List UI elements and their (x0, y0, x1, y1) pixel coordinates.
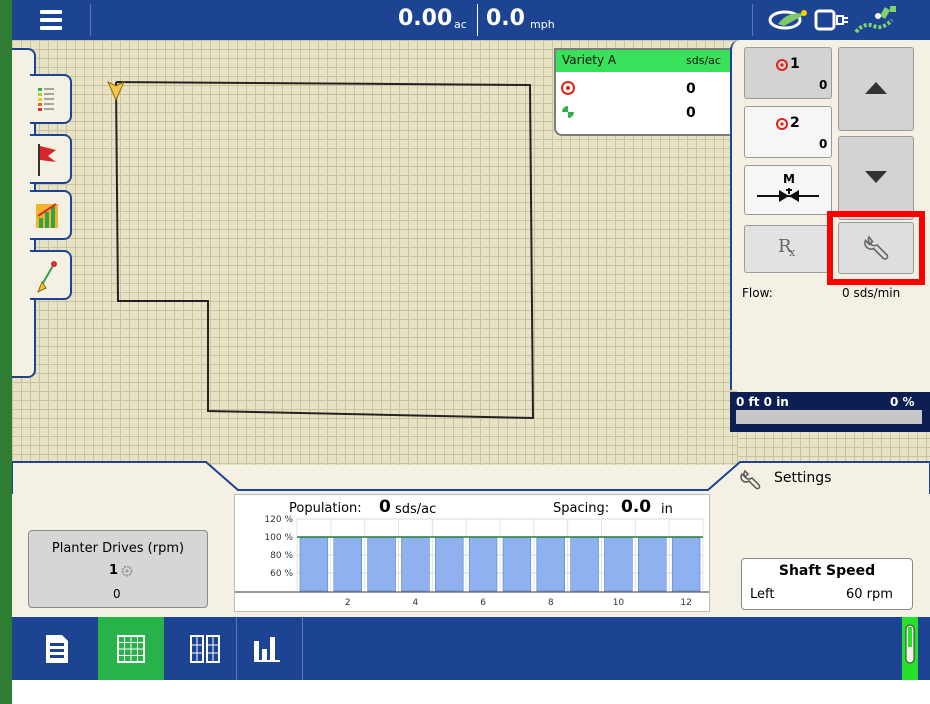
population-bar (638, 536, 667, 592)
gps-satellite-icon[interactable] (852, 4, 900, 36)
applied-rate-value: 0 (686, 105, 696, 121)
manual-mode-label: M (783, 172, 795, 186)
row-section-2-value: 0 (819, 137, 828, 151)
y-tick-label: 60 % (270, 569, 293, 579)
legend-icon (38, 88, 54, 111)
population-bar (401, 536, 430, 592)
x-tick-label: 4 (413, 598, 419, 608)
variety-panel[interactable]: Variety A sds/ac 0 0 (554, 48, 738, 136)
population-bar (502, 536, 532, 592)
row-section-2-label: 2 (790, 115, 800, 131)
row-target-icon (776, 59, 788, 71)
variety-unit: sds/ac (686, 54, 721, 67)
variety-name: Variety A (562, 53, 617, 67)
chart-tool-button[interactable] (30, 190, 72, 240)
row-section-2-button[interactable]: 2 0 (744, 106, 832, 158)
population-bar (604, 536, 633, 592)
speed-unit: mph (530, 18, 555, 31)
population-bar (468, 536, 498, 592)
flag-tool-button[interactable] (30, 134, 72, 184)
population-bar (570, 536, 599, 592)
status-light-icon (905, 624, 915, 664)
row-section-1-button[interactable]: 1 0 (744, 47, 832, 99)
device-frame-left (0, 0, 12, 704)
legend-tool-button[interactable] (30, 74, 72, 124)
arrow-up-icon (865, 82, 887, 94)
prescription-x-icon: x (789, 246, 796, 259)
hamburger-menu-icon[interactable] (22, 6, 82, 36)
bottom-nav-bar (12, 617, 930, 680)
yield-chart-icon (36, 203, 58, 228)
target-rate-icon (561, 81, 575, 95)
x-tick-label: 2 (345, 598, 351, 608)
x-tick-label: 10 (613, 598, 625, 608)
shaft-speed-title: Shaft Speed (778, 563, 876, 579)
area-value: 0.00 (398, 6, 453, 31)
display-status-icon[interactable] (814, 8, 850, 34)
x-tick-label: 8 (548, 598, 554, 608)
y-tick-label: 80 % (270, 551, 293, 561)
rate-increase-button[interactable] (838, 47, 914, 131)
population-bar (367, 536, 396, 592)
planter-drive-value: 0 (113, 587, 121, 601)
nav-map-button[interactable] (98, 617, 164, 680)
row-target-icon (776, 118, 788, 130)
y-tick-label: 120 % (264, 515, 293, 525)
x-tick-label: 12 (680, 598, 691, 608)
manual-mode-button[interactable]: M (744, 165, 832, 215)
row-section-1-value: 0 (819, 78, 828, 92)
shaft-speed-value: 60 rpm (846, 587, 893, 602)
population-bar (299, 536, 329, 592)
guidance-icon (37, 261, 57, 294)
arrow-down-icon (865, 171, 887, 183)
top-status-bar: 0.00 ac 0.0 mph (12, 0, 930, 40)
population-chart: Population: 0 sds/ac Spacing: 0.0 in 120… (234, 494, 710, 612)
area-unit: ac (454, 18, 467, 31)
population-bar (671, 536, 701, 592)
nav-split-map-button[interactable] (178, 617, 230, 680)
guidance-tool-button[interactable] (30, 250, 72, 300)
settings-link[interactable]: Settings (774, 470, 831, 486)
document-icon (46, 635, 68, 663)
population-bar (435, 536, 464, 592)
nav-performance-button[interactable] (242, 617, 294, 680)
progress-distance: 0 ft 0 in (736, 395, 789, 409)
settings-wrench-icon[interactable] (740, 468, 764, 490)
planter-drive-number: 1 (109, 563, 119, 578)
split-grid-icon (190, 635, 220, 663)
population-bar (536, 536, 565, 592)
rate-decrease-button[interactable] (838, 136, 914, 220)
planter-drives-title: Planter Drives (rpm) (51, 541, 185, 556)
population-bar (333, 536, 362, 592)
progress-panel: 0 ft 0 in 0 % (730, 392, 930, 432)
y-tick-label: 100 % (264, 533, 293, 543)
nav-summary-button[interactable] (32, 617, 84, 680)
prescription-button[interactable]: R x (744, 225, 832, 273)
flag-icon (38, 144, 56, 176)
progress-percent: 0 % (890, 395, 915, 409)
grid-map-icon (117, 635, 145, 663)
drive-gear-icon (121, 565, 133, 577)
shaft-speed-panel[interactable]: Shaft Speed Left 60 rpm (741, 558, 913, 610)
row-section-1-label: 1 (790, 56, 800, 72)
target-rate-value: 0 (686, 81, 696, 97)
population-bars: 120 % 100 % 80 % 60 % 2 4 6 8 10 12 (235, 515, 709, 608)
wrench-icon (864, 235, 889, 260)
row-settings-wrench-button[interactable] (838, 222, 914, 274)
speed-value: 0.0 (486, 6, 525, 31)
status-indicator[interactable] (902, 617, 918, 680)
manual-override-icon (757, 188, 819, 202)
display-screen: 0.00 ac 0.0 mph Variety A sds/ac 0 0 1 0… (12, 0, 930, 680)
field-boundary (115, 81, 535, 420)
field-logo-icon[interactable] (768, 6, 810, 34)
applied-rate-icon (562, 106, 574, 118)
flow-value: 0 sds/min (842, 286, 901, 300)
progress-bar (736, 410, 922, 424)
bar-chart-icon (254, 637, 280, 662)
shaft-side-label: Left (750, 587, 775, 602)
x-tick-label: 6 (480, 598, 486, 608)
flow-label: Flow: (742, 286, 773, 300)
planter-drives-panel[interactable]: Planter Drives (rpm) 1 0 (28, 530, 208, 608)
